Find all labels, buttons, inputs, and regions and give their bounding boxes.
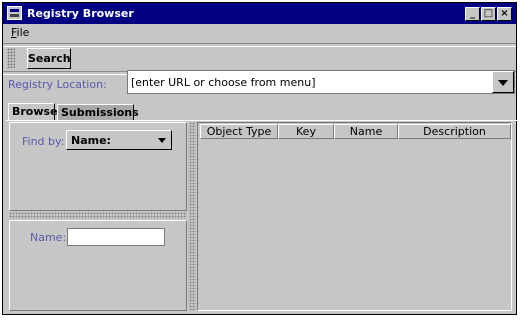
chevron-down-icon [498,80,508,86]
close-button[interactable]: × [497,7,512,21]
toolbar-grip[interactable] [7,48,15,68]
vertical-splitter[interactable] [189,122,196,311]
tab-strip-border [6,120,518,121]
registry-location-label: Registry Location: [8,78,107,91]
find-by-label: Find by: [22,135,65,148]
find-by-select[interactable]: Name: [66,130,172,150]
find-by-value: Name: [71,134,111,147]
name-label: Name: [30,231,67,244]
search-button[interactable]: Search [27,48,71,69]
window-title: Registry Browser [27,7,134,20]
title-bar[interactable]: Registry Browser _ □ × [3,3,516,24]
minimize-button[interactable]: _ [465,7,480,21]
app-icon [7,6,22,20]
column-header-name[interactable]: Name [334,124,398,139]
menu-separator [3,43,516,47]
tab-submissions[interactable]: Submissions [57,104,139,121]
results-table[interactable] [197,122,512,311]
registry-location-combo[interactable]: [enter URL or choose from menu] [127,70,515,94]
registry-dropdown-button[interactable] [492,71,514,93]
menu-file[interactable]: File [11,26,29,39]
column-header-description[interactable]: Description [398,124,511,139]
column-header-key[interactable]: Key [278,124,334,139]
column-header-object-type[interactable]: Object Type [200,124,278,139]
maximize-button[interactable]: □ [481,7,496,21]
tab-browse[interactable]: Browse [8,103,58,120]
menu-bar: File [2,22,517,42]
registry-location-input[interactable]: [enter URL or choose from menu] [131,76,316,89]
name-input[interactable] [67,228,165,246]
horizontal-splitter[interactable] [9,212,187,219]
menu-file-rest: ile [16,26,30,39]
chevron-down-icon [158,138,166,143]
